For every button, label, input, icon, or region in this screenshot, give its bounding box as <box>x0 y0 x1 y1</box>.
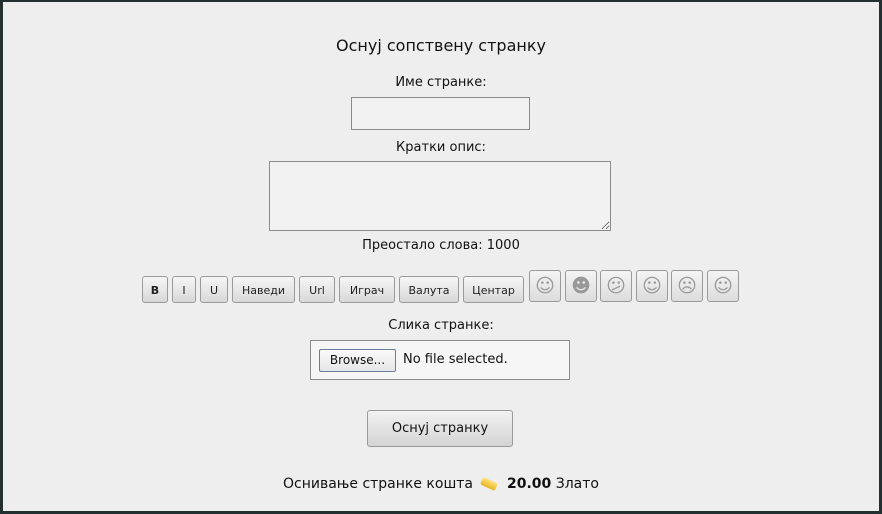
remaining-chars: Преостало слова: 1000 <box>362 238 520 253</box>
currency-button[interactable]: Валута <box>399 276 459 303</box>
party-name-label: Име странке: <box>395 75 487 90</box>
underline-button[interactable]: U <box>200 276 228 303</box>
create-party-button[interactable]: Оснуј странку <box>367 410 513 447</box>
file-status: No file selected. <box>403 352 508 367</box>
url-button[interactable]: Url <box>299 276 335 303</box>
grin-icon[interactable]: ☻ <box>565 270 597 302</box>
italic-button[interactable]: I <box>172 276 196 303</box>
page-title: Оснуј сопствену странку <box>336 36 546 55</box>
gold-icon <box>480 476 498 492</box>
confused-icon[interactable]: 😕 <box>600 270 632 302</box>
player-button[interactable]: Играч <box>339 276 395 303</box>
browse-button[interactable]: Browse... <box>319 349 396 372</box>
tongue-icon[interactable]: ☺ <box>636 270 668 302</box>
quote-button[interactable]: Наведи <box>232 276 295 303</box>
cost-info: Оснивање странке кошта 20.00 Злато <box>3 476 879 492</box>
bold-button[interactable]: B <box>142 276 168 303</box>
smiley-icon[interactable]: ☺ <box>529 270 561 302</box>
short-description-textarea[interactable] <box>269 161 611 231</box>
cost-currency: Злато <box>555 476 599 492</box>
create-party-panel: Оснуј сопствену странку Име странке: Кра… <box>3 2 879 511</box>
wink-icon[interactable]: ☺ <box>707 270 739 302</box>
center-button[interactable]: Центар <box>463 276 524 303</box>
party-image-label: Слика странке: <box>388 318 494 333</box>
party-name-input[interactable] <box>351 97 530 130</box>
cost-text: Оснивање странке кошта <box>283 476 473 492</box>
party-image-file-input[interactable]: Browse... No file selected. <box>310 340 570 380</box>
short-description-label: Кратки опис: <box>396 140 486 155</box>
sad-icon[interactable]: ☹ <box>671 270 703 302</box>
cost-amount: 20.00 <box>507 476 552 492</box>
